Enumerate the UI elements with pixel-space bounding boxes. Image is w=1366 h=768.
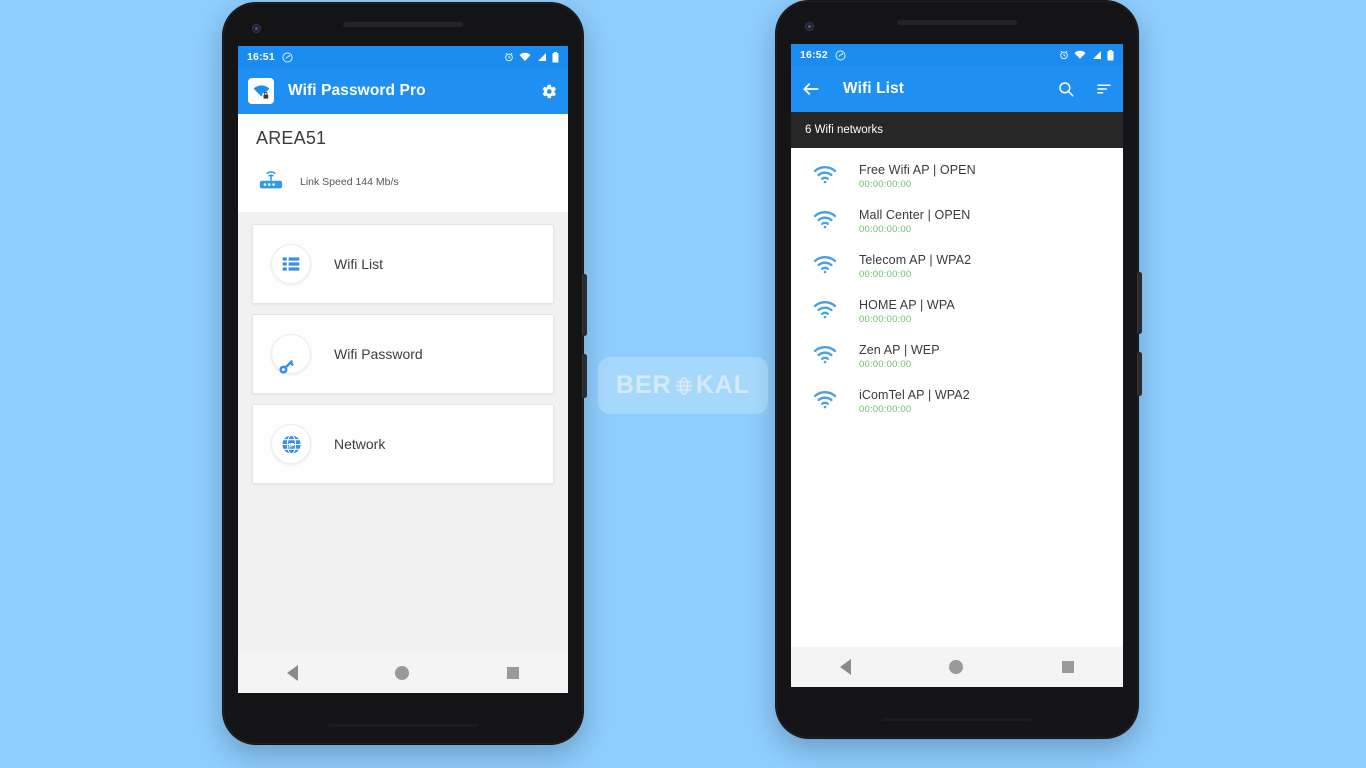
- connection-card: AREA51 Link Speed 144 Mb/s: [238, 114, 568, 212]
- android-nav-bar-right: [791, 647, 1123, 687]
- connected-ssid: AREA51: [256, 128, 327, 148]
- wifi-icon: [813, 345, 837, 369]
- front-camera-icon: [252, 24, 261, 33]
- menu-item-network[interactable]: IP Network: [252, 404, 554, 484]
- search-icon[interactable]: [1057, 80, 1075, 98]
- wifi-icon: [519, 52, 531, 62]
- menu-item-label: Wifi List: [334, 256, 383, 272]
- power-button[interactable]: [1137, 272, 1142, 334]
- screenshot-icon: [835, 50, 846, 61]
- router-icon: [256, 167, 286, 196]
- network-mac: 00:00:00:00: [859, 179, 912, 190]
- watermark-badge: BER KAL: [598, 357, 768, 414]
- battery-icon: [552, 51, 559, 63]
- network-name: Telecom AP | WPA2: [859, 253, 972, 267]
- menu-item-label: Network: [334, 436, 386, 452]
- network-mac: 00:00:00:00: [859, 269, 912, 280]
- power-button[interactable]: [582, 274, 587, 336]
- network-name: HOME AP | WPA: [859, 298, 955, 312]
- globe-icon: IP: [271, 424, 311, 464]
- link-speed-row: Link Speed 144 Mb/s: [256, 167, 550, 196]
- device-chin: [882, 718, 1032, 721]
- network-mac: 00:00:00:00: [859, 404, 912, 415]
- network-name: iComTel AP | WPA2: [859, 388, 970, 402]
- status-bar-icons: [504, 51, 559, 63]
- alarm-icon: [504, 52, 514, 62]
- wifi-icon: [813, 210, 837, 234]
- menu-item-label: Wifi Password: [334, 346, 423, 362]
- link-speed-label: Link Speed 144 Mb/s: [300, 175, 399, 188]
- key-icon: [271, 334, 311, 374]
- signal-icon: [1091, 50, 1102, 60]
- volume-button[interactable]: [1137, 352, 1142, 396]
- network-mac: 00:00:00:00: [859, 314, 912, 325]
- signal-icon: [536, 52, 547, 62]
- list-item[interactable]: Free Wifi AP | OPEN 00:00:00:00: [791, 154, 1123, 199]
- wifi-icon: [1074, 50, 1086, 60]
- wifi-icon: [813, 390, 837, 414]
- globe-icon: [673, 375, 695, 397]
- status-bar-right: 16:52: [791, 44, 1123, 66]
- network-mac: 00:00:00:00: [859, 359, 912, 370]
- back-arrow-icon[interactable]: [801, 79, 821, 99]
- gear-icon[interactable]: [539, 82, 558, 101]
- sort-icon[interactable]: [1095, 80, 1113, 98]
- network-count-bar: 6 Wifi networks: [791, 112, 1123, 148]
- network-mac: 00:00:00:00: [859, 224, 912, 235]
- menu-item-wifi-list[interactable]: Wifi List: [252, 224, 554, 304]
- phone-device-right: 16:52 Wifi List 6 Wifi networks Free Wif…: [775, 0, 1142, 739]
- phone-device-left: 16:51 Wifi Password Pro AREA51 Link Spee…: [222, 2, 587, 745]
- front-camera-icon: [805, 22, 814, 31]
- app-bar-right: Wifi List: [791, 66, 1123, 112]
- wifi-icon: [813, 255, 837, 279]
- recents-nav-icon[interactable]: [1061, 661, 1074, 673]
- screenshot-icon: [282, 52, 293, 63]
- list-item[interactable]: iComTel AP | WPA2 00:00:00:00: [791, 379, 1123, 424]
- device-chin: [328, 724, 478, 727]
- list-item[interactable]: Mall Center | OPEN 00:00:00:00: [791, 199, 1123, 244]
- battery-icon: [1107, 49, 1114, 61]
- earpiece-speaker: [343, 22, 463, 27]
- page-title: Wifi List: [843, 80, 905, 97]
- network-name: Free Wifi AP | OPEN: [859, 163, 976, 177]
- recents-nav-icon[interactable]: [507, 667, 520, 679]
- wifi-icon: [813, 165, 837, 189]
- alarm-icon: [1059, 50, 1069, 60]
- earpiece-speaker: [897, 20, 1017, 25]
- app-bar-left: Wifi Password Pro: [238, 68, 568, 114]
- home-nav-icon[interactable]: [395, 666, 410, 680]
- home-nav-icon[interactable]: [949, 660, 964, 674]
- watermark-text-before: BER: [615, 371, 672, 399]
- network-count-label: 6 Wifi networks: [805, 124, 883, 136]
- watermark-text-after: KAL: [695, 371, 751, 399]
- list-icon: [271, 244, 311, 284]
- network-name: Zen AP | WEP: [859, 343, 940, 357]
- svg-text:IP: IP: [288, 442, 295, 449]
- screen-left: 16:51 Wifi Password Pro AREA51 Link Spee…: [238, 46, 568, 693]
- back-nav-icon[interactable]: [840, 659, 852, 675]
- android-nav-bar-left: [238, 653, 568, 693]
- status-bar-icons: [1059, 49, 1114, 61]
- volume-button[interactable]: [582, 354, 587, 398]
- status-bar-time: 16:51: [247, 51, 275, 63]
- wifi-icon: [813, 300, 837, 324]
- menu-item-wifi-password[interactable]: Wifi Password: [252, 314, 554, 394]
- menu-list: Wifi List Wifi Password IP Network: [238, 212, 568, 484]
- list-item[interactable]: HOME AP | WPA 00:00:00:00: [791, 289, 1123, 334]
- app-title: Wifi Password Pro: [288, 82, 426, 99]
- list-item[interactable]: Zen AP | WEP 00:00:00:00: [791, 334, 1123, 379]
- back-nav-icon[interactable]: [286, 665, 298, 681]
- wifi-lock-icon: [248, 78, 274, 104]
- screenshot-stage: 16:51 Wifi Password Pro AREA51 Link Spee…: [0, 0, 1366, 768]
- network-name: Mall Center | OPEN: [859, 208, 971, 222]
- status-bar-time: 16:52: [800, 49, 828, 61]
- content-left: AREA51 Link Speed 144 Mb/s Wifi List Wif…: [238, 114, 568, 693]
- wifi-network-list: Free Wifi AP | OPEN 00:00:00:00 Mall Cen…: [791, 148, 1123, 687]
- screen-right: 16:52 Wifi List 6 Wifi networks Free Wif…: [791, 44, 1123, 687]
- list-item[interactable]: Telecom AP | WPA2 00:00:00:00: [791, 244, 1123, 289]
- status-bar-left: 16:51: [238, 46, 568, 68]
